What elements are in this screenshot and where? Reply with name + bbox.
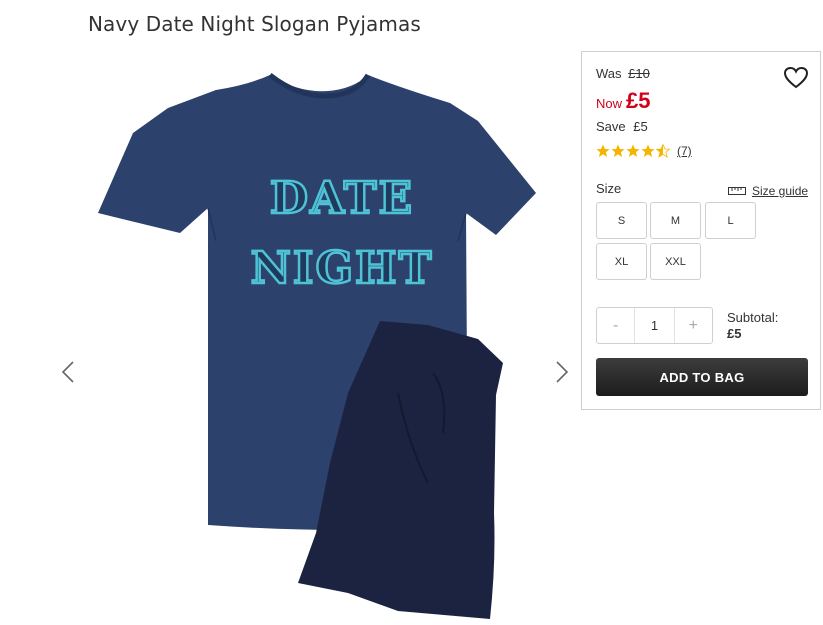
size-option-xxl[interactable]: XXL — [650, 243, 701, 280]
star-rating: (7) — [596, 144, 692, 158]
now-price: Now £5 — [596, 88, 651, 114]
add-to-bag-button[interactable]: ADD TO BAG — [596, 358, 808, 396]
quantity-input[interactable]: 1 — [634, 308, 675, 343]
subtotal-label: Subtotal: — [727, 310, 779, 325]
size-guide-label: Size guide — [752, 184, 809, 198]
slogan-line-1: DATE — [270, 173, 414, 224]
size-option-m[interactable]: M — [650, 202, 701, 239]
star-icon — [611, 144, 625, 157]
review-count-link[interactable]: (7) — [677, 144, 692, 158]
heart-icon[interactable] — [783, 66, 809, 90]
was-amount: £10 — [628, 66, 650, 81]
chevron-right-icon — [556, 361, 569, 383]
size-label: Size — [596, 181, 622, 196]
save-value: £5 — [633, 119, 648, 134]
now-label: Now — [596, 96, 623, 111]
save-label: Save — [596, 119, 626, 134]
size-option-s[interactable]: S — [596, 202, 647, 239]
size-guide-link[interactable]: Size guide — [728, 184, 808, 198]
subtotal: Subtotal: £5 — [727, 310, 778, 342]
gallery-next-button[interactable] — [551, 355, 573, 389]
ruler-icon — [728, 187, 746, 195]
chevron-left-icon — [61, 361, 74, 383]
slogan-line-2: NIGHT — [251, 243, 434, 294]
was-label: Was — [596, 66, 622, 81]
was-price: Was £10 — [596, 66, 650, 81]
size-option-l[interactable]: L — [705, 202, 756, 239]
product-image: DATE NIGHT — [98, 73, 536, 619]
quantity-decrement-button[interactable]: - — [597, 308, 634, 343]
now-amount: £5 — [626, 88, 651, 113]
half-star-icon — [656, 144, 670, 158]
product-title: Navy Date Night Slogan Pyjamas — [88, 12, 421, 36]
gallery-prev-button[interactable] — [57, 355, 79, 389]
star-icon — [626, 144, 640, 157]
purchase-panel: Was £10 Now £5 Save £5 (7) Size Size gui… — [581, 51, 821, 410]
star-icon — [596, 144, 610, 157]
size-option-xl[interactable]: XL — [596, 243, 647, 280]
star-icon — [641, 144, 655, 157]
quantity-stepper: - 1 + — [596, 307, 713, 344]
quantity-increment-button[interactable]: + — [675, 308, 712, 343]
subtotal-amount: £5 — [727, 326, 742, 341]
product-gallery: DATE NIGHT — [50, 55, 590, 625]
save-amount: Save £5 — [596, 119, 648, 134]
